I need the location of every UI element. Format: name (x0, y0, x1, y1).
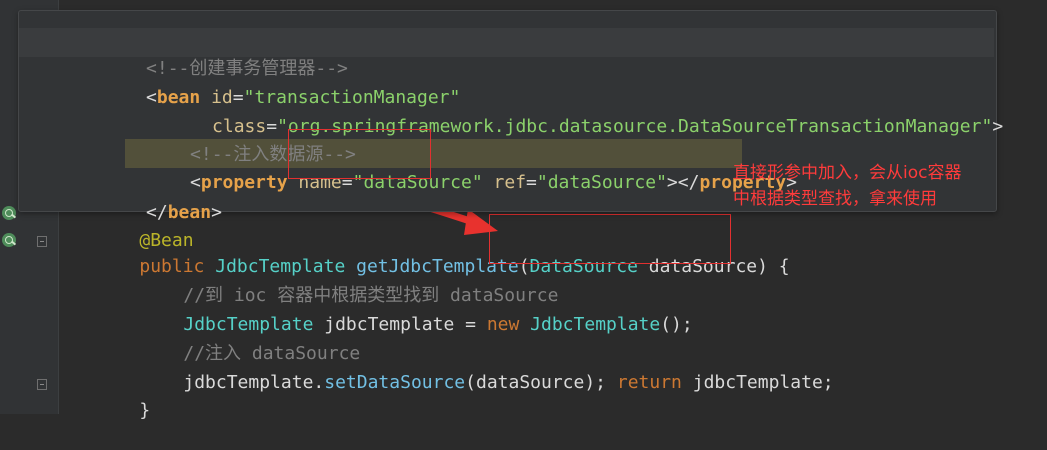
ref-attr: ref (493, 172, 527, 193)
name-attr-highlight-box (288, 129, 431, 179)
code-line-declaration: JdbcTemplate jdbcTemplate = new JdbcTemp… (140, 286, 692, 335)
code-line-call: jdbcTemplate.setDataSource(dataSource); … (140, 344, 833, 393)
call-method: setDataSource (324, 372, 466, 393)
equals: = (526, 172, 537, 193)
xml-bean-open-line: <bean id="transactionManager" (81, 54, 460, 108)
paren-close: ) { (757, 256, 790, 277)
bean-gutter-icon[interactable] (2, 233, 16, 247)
fold-marker-icon[interactable] (37, 236, 47, 247)
ref-value: "dataSource" (536, 172, 667, 193)
annotation-line: 中根据类型查找，拿来使用 (733, 189, 937, 209)
bean-close-tag: bean (167, 202, 212, 223)
constructor: JdbcTemplate (530, 314, 661, 335)
xml-comment-line: <!--创建事务管理器--> (81, 25, 348, 79)
xml-class-line: class="org.springframework.jdbc.datasour… (147, 83, 1003, 137)
code-line-close: } (96, 372, 150, 421)
fold-marker-icon[interactable] (37, 379, 47, 390)
bracket: > (211, 202, 222, 223)
bracket: ></ (666, 172, 700, 193)
bracket: > (992, 116, 1004, 137)
code-line-comment: //注入 dataSource (140, 315, 360, 364)
annotation-note: 直接形参中加入，会从ioc容器 中根据类型查找，拿来使用 (733, 160, 1023, 212)
xml-bean-close-line: </bean> (81, 169, 222, 223)
new-keyword: new (486, 314, 520, 335)
return-value: jdbcTemplate; (692, 372, 834, 393)
parameter-highlight-box (489, 214, 731, 264)
close-brace: } (139, 400, 151, 421)
annotation-line: 直接形参中加入，会从ioc容器 (733, 163, 962, 183)
bean-gutter-icon[interactable] (2, 206, 16, 220)
return-keyword: return (616, 372, 682, 393)
ctor-end: (); (660, 314, 693, 335)
call-args: (dataSource); (465, 372, 617, 393)
call-object: jdbcTemplate. (183, 372, 325, 393)
code-editor[interactable]: @Bean public JdbcTemplate getJdbcTemplat… (0, 0, 1047, 421)
bracket: </ (146, 202, 168, 223)
xml-property-line: <property name="dataSource" ref="dataSou… (125, 139, 797, 193)
